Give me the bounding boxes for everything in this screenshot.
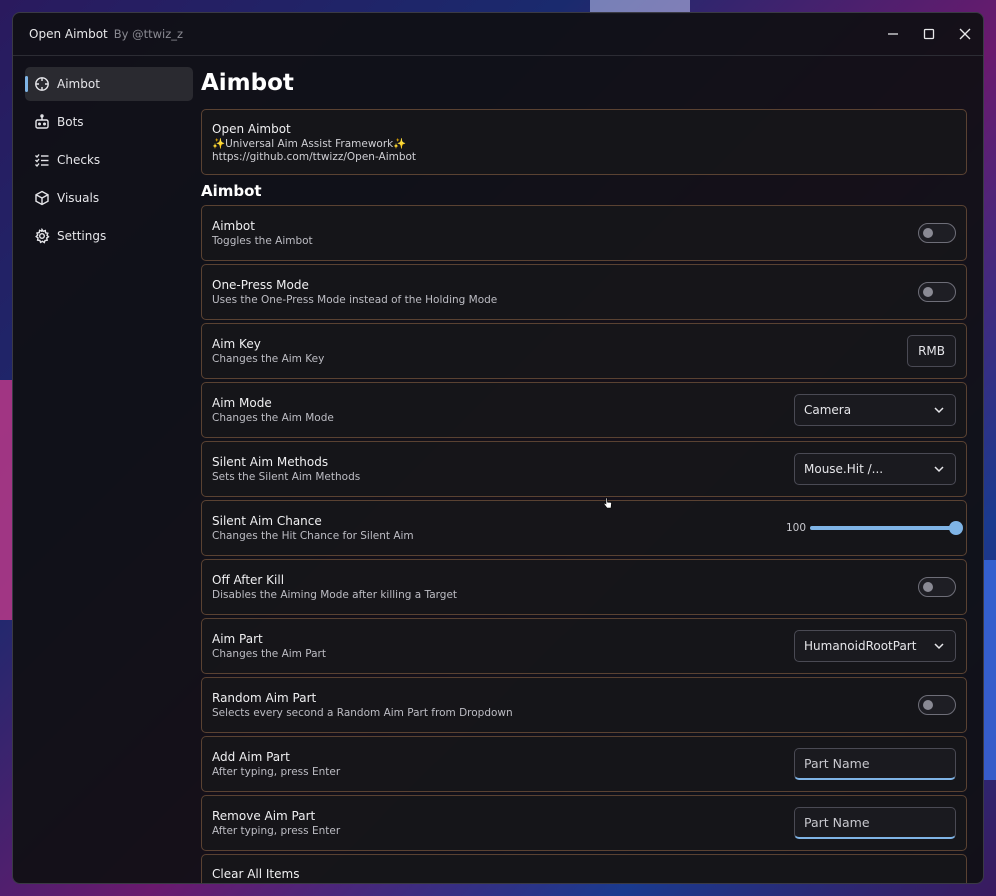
page-title: Aimbot [201, 70, 294, 96]
sidebar-item-aimbot[interactable]: Aimbot [25, 67, 193, 101]
sidebar-item-visuals[interactable]: Visuals [25, 181, 193, 215]
minimize-icon [888, 33, 898, 35]
setting-row-aim-key: Aim Key Changes the Aim Key RMB [201, 323, 967, 379]
sidebar-item-label: Settings [57, 229, 107, 243]
setting-row-random-aim-part: Random Aim Part Selects every second a R… [201, 677, 967, 733]
mouse-cursor-icon [603, 497, 612, 509]
remove-aim-part-input[interactable] [794, 807, 956, 839]
setting-title: Silent Aim Methods [212, 455, 329, 469]
aim-mode-dropdown[interactable]: Camera [794, 394, 956, 426]
setting-row-aim-part: Aim Part Changes the Aim Part HumanoidRo… [201, 618, 967, 674]
setting-row-silent-aim-chance: Silent Aim Chance Changes the Hit Chance… [201, 500, 967, 556]
setting-row-silent-aim-methods: Silent Aim Methods Sets the Silent Aim M… [201, 441, 967, 497]
slider-value: 100 [785, 522, 806, 534]
setting-description: Disables the Aiming Mode after killing a… [212, 589, 458, 601]
app-author: By @ttwiz_z [113, 27, 184, 41]
sidebar-item-settings[interactable]: Settings [25, 219, 193, 253]
aimbot-toggle[interactable] [918, 223, 956, 243]
setting-title: One-Press Mode [212, 278, 309, 292]
chevron-down-icon [934, 643, 944, 650]
off-after-kill-toggle[interactable] [918, 577, 956, 597]
cube-icon [34, 190, 50, 206]
setting-description: Toggles the Aimbot [212, 235, 313, 247]
setting-title: Random Aim Part [212, 691, 317, 705]
setting-row-aimbot: Aimbot Toggles the Aimbot [201, 205, 967, 261]
sidebar-item-label: Visuals [57, 191, 100, 205]
setting-row-one-press-mode: One-Press Mode Uses the One-Press Mode i… [201, 264, 967, 320]
app-title: Open Aimbot [29, 27, 108, 41]
info-tagline: ✨Universal Aim Assist Framework✨ [212, 138, 407, 150]
setting-title: Aim Key [212, 337, 261, 351]
sidebar-item-bots[interactable]: Bots [25, 105, 193, 139]
setting-description: Uses the One-Press Mode instead of the H… [212, 294, 498, 306]
checklist-icon [34, 152, 50, 168]
setting-title: Clear All Items [212, 867, 300, 881]
setting-description: After typing, press Enter [212, 766, 341, 778]
info-card: Open Aimbot ✨Universal Aim Assist Framew… [201, 109, 967, 175]
sidebar-item-checks[interactable]: Checks [25, 143, 193, 177]
slider-track[interactable] [810, 521, 963, 535]
main-content: Aimbot Open Aimbot ✨Universal Aim Assist… [193, 57, 983, 883]
setting-description: Sets the Silent Aim Methods [212, 471, 361, 483]
setting-title: Aim Mode [212, 396, 272, 410]
setting-row-off-after-kill: Off After Kill Disables the Aiming Mode … [201, 559, 967, 615]
setting-row-remove-aim-part: Remove Aim Part After typing, press Ente… [201, 795, 967, 851]
silent-aim-methods-dropdown[interactable]: Mouse.Hit /... [794, 453, 956, 485]
info-title: Open Aimbot [212, 122, 291, 136]
setting-description: Changes the Aim Part [212, 648, 326, 660]
dropdown-value: HumanoidRootPart [804, 639, 917, 653]
chevron-down-icon [934, 466, 944, 473]
add-aim-part-input[interactable] [794, 748, 956, 780]
aim-key-keybind-button[interactable]: RMB [907, 335, 956, 367]
crosshair-icon [34, 76, 50, 92]
sidebar-item-label: Aimbot [57, 77, 100, 91]
section-title: Aimbot [201, 182, 262, 200]
title-bar[interactable]: Open Aimbot By @ttwiz_z [13, 13, 983, 56]
sidebar: Aimbot Bots Checks Visuals Settings [13, 57, 193, 883]
robot-icon [34, 114, 50, 130]
aim-part-dropdown[interactable]: HumanoidRootPart [794, 630, 956, 662]
dropdown-value: Mouse.Hit /... [804, 462, 884, 476]
sidebar-item-label: Checks [57, 153, 101, 167]
chevron-down-icon [934, 407, 944, 414]
maximize-icon [923, 28, 935, 40]
setting-title: Aim Part [212, 632, 263, 646]
setting-description: Changes the Aim Key [212, 353, 325, 365]
random-aim-part-toggle[interactable] [918, 695, 956, 715]
setting-title: Remove Aim Part [212, 809, 316, 823]
setting-description: Changes the Aim Mode [212, 412, 334, 424]
setting-description: Selects every second a Random Aim Part f… [212, 707, 513, 719]
slider-fill [810, 526, 956, 530]
slider-thumb[interactable] [949, 521, 963, 535]
gear-icon [34, 228, 50, 244]
setting-title: Off After Kill [212, 573, 285, 587]
setting-description: After typing, press Enter [212, 825, 341, 837]
app-window: Open Aimbot By @ttwiz_z Aimbot Bots Chec… [12, 12, 984, 884]
maximize-button[interactable] [911, 13, 947, 55]
setting-row-clear-all-items[interactable]: Clear All Items [201, 854, 967, 883]
dropdown-value: Camera [804, 403, 852, 417]
one-press-mode-toggle[interactable] [918, 282, 956, 302]
minimize-button[interactable] [875, 13, 911, 55]
close-button[interactable] [947, 13, 983, 55]
close-icon [959, 28, 971, 40]
setting-row-add-aim-part: Add Aim Part After typing, press Enter [201, 736, 967, 792]
setting-title: Add Aim Part [212, 750, 290, 764]
sidebar-item-label: Bots [57, 115, 84, 129]
setting-description: Changes the Hit Chance for Silent Aim [212, 530, 414, 542]
setting-title: Aimbot [212, 219, 255, 233]
setting-title: Silent Aim Chance [212, 514, 322, 528]
silent-aim-chance-slider[interactable]: 100 [785, 521, 963, 535]
setting-row-aim-mode: Aim Mode Changes the Aim Mode Camera [201, 382, 967, 438]
info-link: https://github.com/ttwizz/Open-Aimbot [212, 150, 417, 163]
